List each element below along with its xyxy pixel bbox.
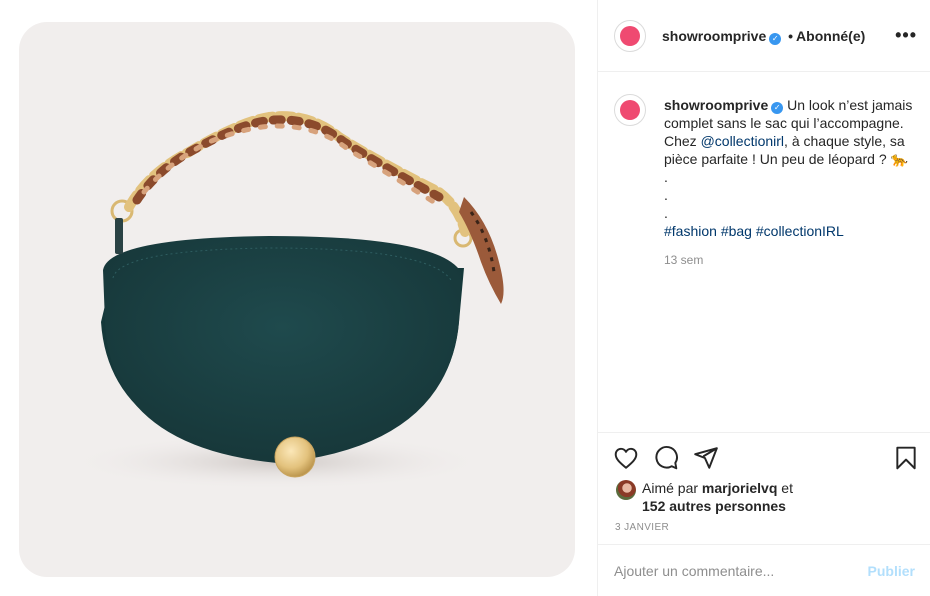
heart-icon[interactable] [613,445,639,471]
liker-avatar[interactable] [616,480,636,500]
hashtags-line: #fashion #bag #collectionIRL [664,222,922,240]
caption-username[interactable]: showroomprive [664,97,768,113]
separator: • [788,28,794,44]
follow-status[interactable]: Abonné(e) [796,28,865,44]
caption-dot: . [664,169,668,185]
verified-badge-icon: ✓ [771,102,784,114]
header-username[interactable]: showroomprive [662,28,766,44]
verified-badge-icon: ✓ [769,33,782,45]
liker-username[interactable]: marjorielvq [702,480,777,496]
comment-box: Publier [598,544,930,596]
post-photo[interactable] [19,22,575,577]
send-icon[interactable] [693,445,719,471]
hashtag-link[interactable]: #bag [721,223,752,239]
comment-icon[interactable] [653,445,679,471]
caption-dot: . [664,205,668,221]
post-date[interactable]: 3 JANVIER [615,522,669,533]
header-user-line: showroomprive ✓ • Abonné(e) [662,28,865,45]
caption-dot: . [664,187,668,203]
likes-middle: et [777,480,793,496]
action-bar: Aimé par marjorielvq et 152 autres perso… [598,432,930,544]
likes-text: Aimé par marjorielvq et 152 autres perso… [642,479,912,515]
post-sidebar: showroomprive ✓ • Abonné(e) ••• showroompr… [597,0,930,596]
likes-prefix: Aimé par [642,480,702,496]
caption-avatar[interactable] [614,94,646,126]
mention-link[interactable]: @collectionirl [701,133,784,149]
post-header: showroomprive ✓ • Abonné(e) ••• [598,0,930,72]
caption-area: showroomprive ✓ Un look n’est jamais comp… [598,72,930,432]
avatar[interactable] [614,20,646,52]
bookmark-icon[interactable] [893,445,919,471]
caption-text: showroomprive ✓ Un look n’est jamais comp… [664,96,922,240]
publish-button[interactable]: Publier [868,563,915,579]
more-options-icon[interactable]: ••• [895,26,917,44]
caption-timestamp[interactable]: 13 sem [664,253,703,267]
post-media [0,0,597,596]
bag-illustration [67,111,504,490]
likes-others[interactable]: 152 autres personnes [642,498,786,514]
hashtag-link[interactable]: #fashion [664,223,717,239]
hashtag-link[interactable]: #collectionIRL [756,223,844,239]
comment-input[interactable] [614,561,854,581]
